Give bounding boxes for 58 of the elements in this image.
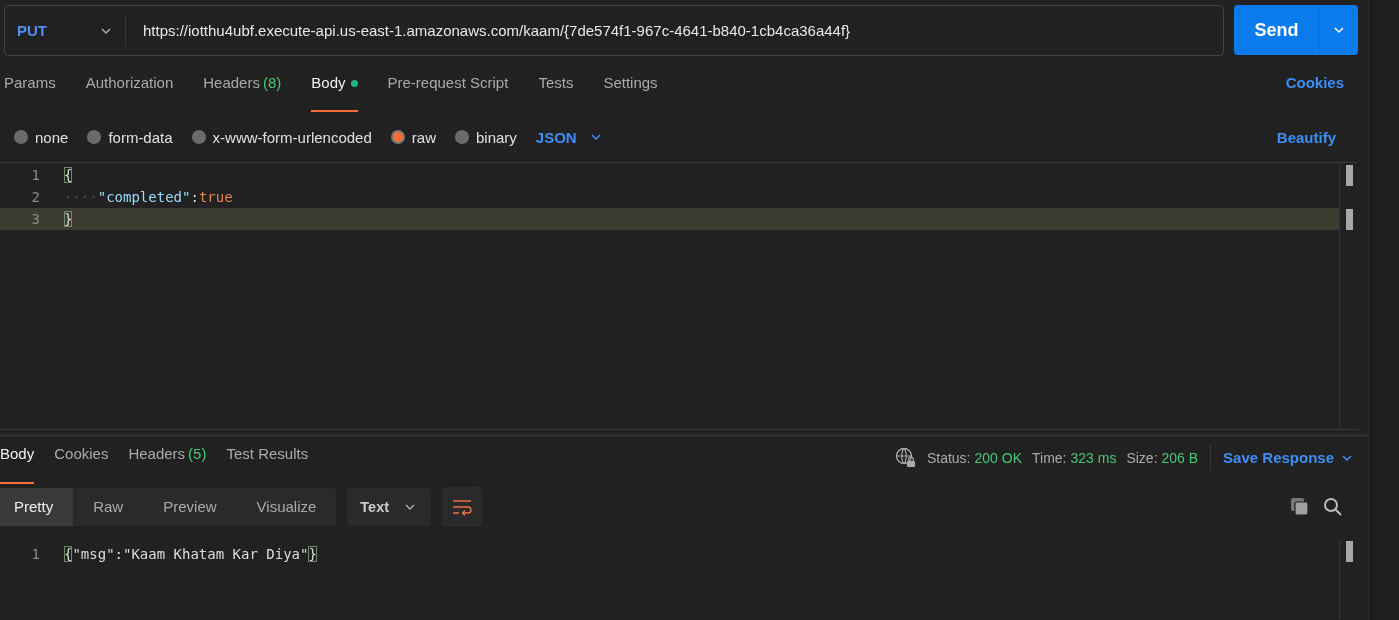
language-dropdown[interactable]: JSON (535, 128, 603, 146)
line-number: 1 (30, 167, 40, 183)
stat-label: Time: (1032, 449, 1067, 466)
response-tab[interactable]: Headers (5) (128, 443, 207, 484)
stat-value: 200 OK (974, 449, 1022, 466)
save-response-button[interactable]: Save Response (1223, 449, 1354, 466)
stat-value: 323 ms (1070, 449, 1117, 466)
beautify-link[interactable]: Beautify (1276, 128, 1336, 146)
matched-bracket: { (64, 546, 73, 562)
globe-lock-icon[interactable] (894, 446, 917, 469)
request-tab[interactable]: Headers (8) (203, 72, 282, 112)
url-field[interactable]: https://iotthu4ubf.execute-api.us-east-1.amazonaws.com/kaam/{7de574f1-967c-4641-b840-1cb4ca36a44f} (126, 22, 851, 39)
radio-label: none (35, 128, 69, 146)
wrap-button[interactable] (442, 486, 483, 527)
stat-value: 206 B (1161, 449, 1199, 466)
copy-icon[interactable] (1289, 495, 1311, 518)
json-value: true (198, 189, 233, 205)
request-tab[interactable]: Settings (603, 72, 658, 112)
radio-button[interactable] (14, 130, 28, 144)
radio-button[interactable] (87, 130, 102, 144)
stat-label: Status: (926, 449, 971, 466)
matched-bracket: } (64, 211, 73, 227)
view-mode-tab[interactable]: Visualize (236, 487, 337, 526)
code-punctuation: : (190, 189, 199, 205)
send-button[interactable]: Send (1234, 5, 1319, 55)
radio-button[interactable] (454, 130, 469, 144)
request-tab[interactable]: Pre-request Script (387, 72, 509, 112)
matched-bracket: { (64, 167, 73, 183)
radio-button[interactable] (390, 130, 405, 144)
method-dropdown[interactable]: PUT (5, 6, 125, 55)
wrap-lines-icon (451, 497, 474, 516)
whitespace-marker: ···· (64, 189, 98, 205)
response-tab[interactable]: Cookies (54, 443, 109, 484)
request-tab[interactable]: Body (311, 72, 358, 112)
radio-button[interactable] (191, 130, 206, 144)
radio-label: raw (411, 128, 436, 146)
radio-label: form-data (108, 128, 173, 146)
response-tab[interactable]: Test Results (226, 443, 309, 484)
view-mode-tab[interactable]: Preview (143, 487, 237, 526)
format-dropdown[interactable]: Text (347, 487, 432, 526)
request-tab[interactable]: Tests (538, 72, 574, 112)
radio-label: binary (475, 128, 517, 146)
code-text: "msg":"Kaam Khatam Kar Diya" (72, 546, 309, 562)
view-mode-tab[interactable]: Pretty (0, 487, 74, 526)
line-number: 3 (30, 211, 40, 227)
cookies-link[interactable]: Cookies (1285, 72, 1344, 91)
response-tab[interactable]: Body (0, 443, 35, 484)
request-tab[interactable]: Authorization (85, 72, 174, 112)
json-key: "completed" (97, 189, 191, 205)
radio-label: x-www-form-urlencoded (212, 128, 372, 146)
line-number: 1 (30, 546, 40, 562)
line-number: 2 (30, 189, 40, 205)
view-mode-tab[interactable]: Raw (73, 487, 144, 526)
search-icon[interactable] (1322, 495, 1344, 518)
matched-bracket: } (308, 546, 317, 562)
stat-label: Size: (1126, 449, 1158, 466)
request-body-editor[interactable]: 1 { 2 ····"completed":true 3 } (0, 162, 1358, 430)
request-tab[interactable]: Params (4, 72, 56, 112)
